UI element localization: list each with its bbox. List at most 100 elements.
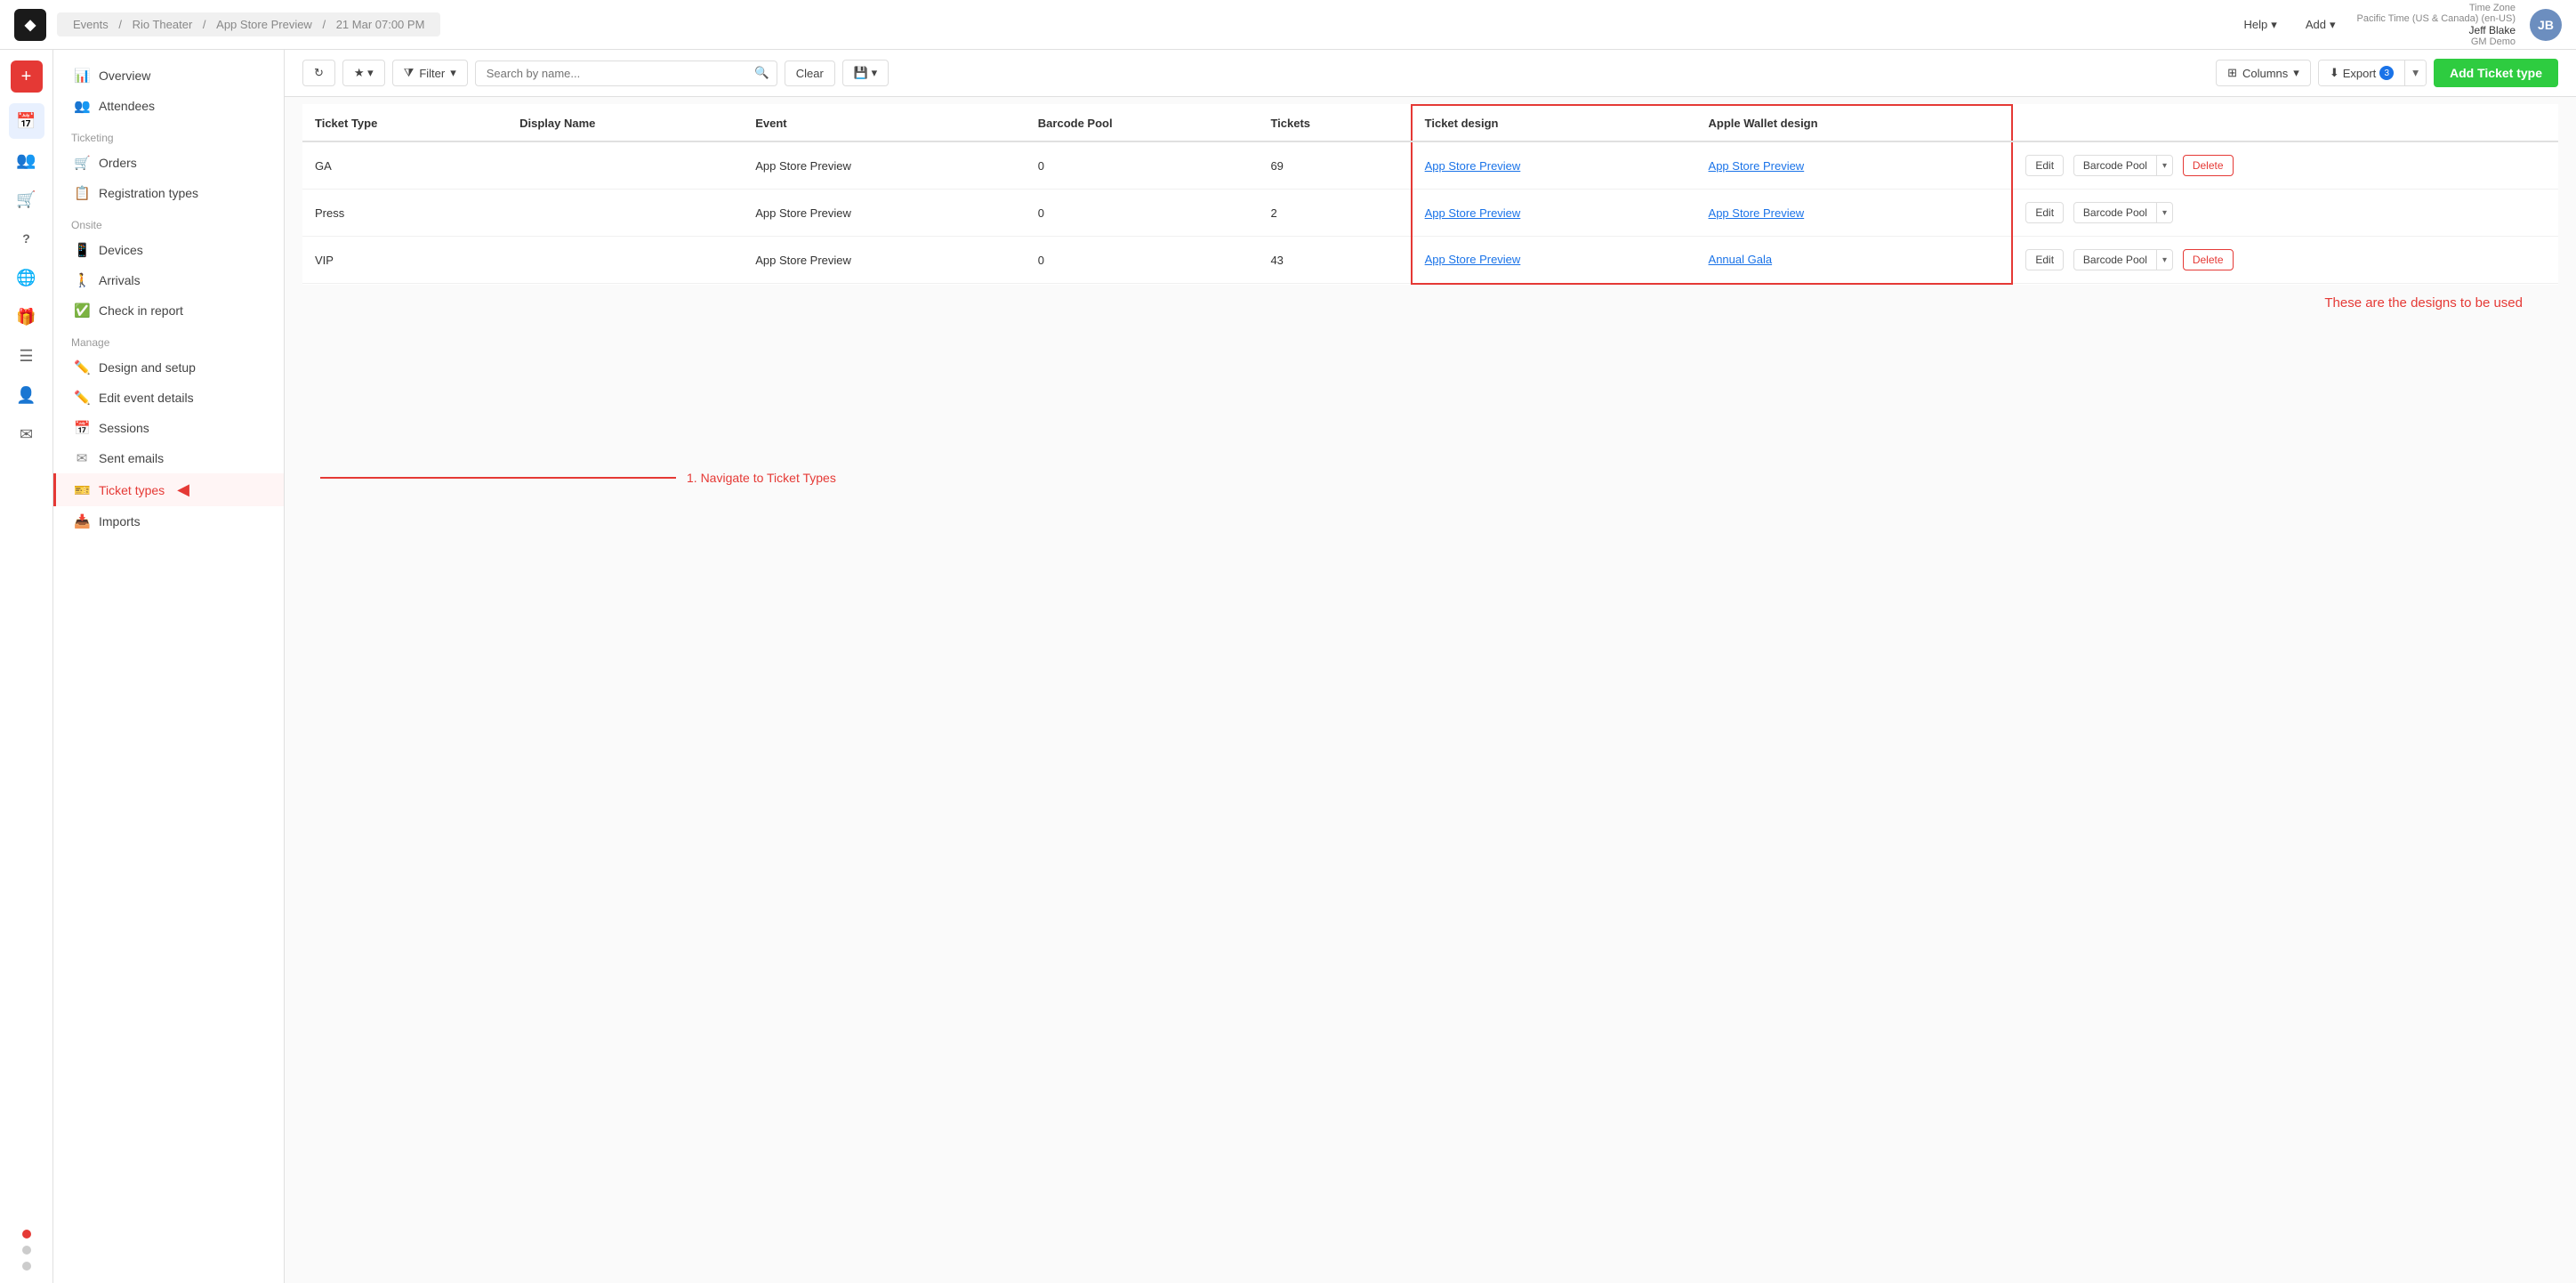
edit-button[interactable]: Edit (2025, 202, 2064, 223)
add-button[interactable]: Add ▾ (2298, 14, 2343, 36)
col-ticket-design: Ticket design (1412, 105, 1696, 141)
sidebar-icon-list[interactable]: ☰ (9, 338, 44, 374)
registration-icon: 📋 (74, 185, 90, 201)
edit-button[interactable]: Edit (2025, 155, 2064, 176)
export-button[interactable]: ⬇ Export 3 (2319, 61, 2405, 85)
col-ticket-type: Ticket Type (302, 105, 507, 141)
nav-item-check-in-report[interactable]: ✅ Check in report (53, 295, 284, 326)
delete-button[interactable]: Delete (2183, 155, 2234, 176)
table-row: VIP App Store Preview 0 43 App Store Pre… (302, 237, 2558, 284)
help-button[interactable]: Help ▾ (2237, 14, 2284, 36)
col-tickets: Tickets (1258, 105, 1411, 141)
breadcrumb-theater[interactable]: Rio Theater (133, 18, 193, 31)
columns-button[interactable]: ⊞ Columns ▾ (2216, 60, 2311, 86)
sidebar-icon-person[interactable]: 👤 (9, 377, 44, 413)
search-input[interactable] (483, 61, 754, 85)
apple-wallet-design-link[interactable]: Annual Gala (1709, 253, 1773, 266)
manage-section-title: Manage (53, 326, 284, 352)
cell-barcode-pool: 0 (1026, 237, 1259, 284)
barcode-pool-group: Barcode Pool ▾ (2073, 202, 2173, 223)
nav-item-attendees[interactable]: 👥 Attendees (53, 91, 284, 121)
export-dropdown-button[interactable]: ▾ (2405, 61, 2426, 85)
nav-label-design: Design and setup (99, 360, 196, 375)
sidebar-icon-people[interactable]: 👥 (9, 142, 44, 178)
nav-item-orders[interactable]: 🛒 Orders (53, 148, 284, 178)
refresh-button[interactable]: ↻ (302, 60, 335, 86)
search-box: 🔍 (475, 61, 777, 86)
app-body: + 📅 👥 🛒 ? 🌐 🎁 ☰ 👤 ✉ 📊 Overview 👥 Attende… (0, 50, 2576, 1283)
nav-label-sent-emails: Sent emails (99, 451, 164, 465)
barcode-pool-dropdown[interactable]: ▾ (2157, 157, 2172, 174)
apple-wallet-design-link[interactable]: App Store Preview (1709, 159, 1805, 173)
arrivals-icon: 🚶 (74, 272, 90, 288)
cell-event: App Store Preview (743, 190, 1026, 237)
nav-item-devices[interactable]: 📱 Devices (53, 235, 284, 265)
nav-label-edit-event: Edit event details (99, 391, 194, 405)
ticket-design-link[interactable]: App Store Preview (1425, 206, 1521, 220)
nav-item-sessions[interactable]: 📅 Sessions (53, 413, 284, 443)
ticket-types-table: Ticket Type Display Name Event Barcode P… (302, 104, 2558, 285)
barcode-pool-group: Barcode Pool ▾ (2073, 249, 2173, 270)
nav-item-sent-emails[interactable]: ✉ Sent emails (53, 443, 284, 473)
delete-button[interactable]: Delete (2183, 249, 2234, 270)
cell-ticket-type: Press (302, 190, 507, 237)
navigate-annotation-row: 1. Navigate to Ticket Types (302, 471, 2558, 485)
barcode-pool-dropdown[interactable]: ▾ (2157, 205, 2172, 222)
table-row: GA App Store Preview 0 69 App Store Prev… (302, 141, 2558, 190)
annotation-line (320, 477, 676, 479)
user-subtitle: GM Demo (2471, 36, 2516, 47)
star-button[interactable]: ★ ▾ (342, 60, 385, 86)
edit-button[interactable]: Edit (2025, 249, 2064, 270)
sidebar-icon-calendar[interactable]: 📅 (9, 103, 44, 139)
breadcrumb-events[interactable]: Events (73, 18, 109, 31)
nav-item-registration-types[interactable]: 📋 Registration types (53, 178, 284, 208)
nav-item-overview[interactable]: 📊 Overview (53, 61, 284, 91)
cell-tickets: 2 (1258, 190, 1411, 237)
export-group: ⬇ Export 3 ▾ (2318, 60, 2427, 86)
nav-item-imports[interactable]: 📥 Imports (53, 506, 284, 537)
cell-apple-wallet-design: App Store Preview (1696, 190, 2013, 237)
sidebar-icon-globe[interactable]: 🌐 (9, 260, 44, 295)
cell-display-name (507, 237, 743, 284)
barcode-pool-button[interactable]: Barcode Pool (2074, 250, 2157, 270)
clear-button[interactable]: Clear (785, 61, 835, 86)
cell-ticket-design: App Store Preview (1412, 237, 1696, 284)
search-icon-button[interactable]: 🔍 (754, 66, 769, 80)
nav-item-arrivals[interactable]: 🚶 Arrivals (53, 265, 284, 295)
checkin-icon: ✅ (74, 303, 90, 319)
cell-actions: Edit Barcode Pool ▾ Delete (2012, 237, 2558, 284)
nav-item-edit-event[interactable]: ✏️ Edit event details (53, 383, 284, 413)
filter-button[interactable]: ⧩ Filter ▾ (392, 60, 468, 86)
barcode-pool-group: Barcode Pool ▾ (2073, 155, 2173, 176)
sidebar-icon-gift[interactable]: 🎁 (9, 299, 44, 335)
sidebar-icon-email[interactable]: ✉ (9, 416, 44, 452)
attendees-icon: 👥 (74, 98, 90, 114)
cell-ticket-type: VIP (302, 237, 507, 284)
cell-ticket-design: App Store Preview (1412, 190, 1696, 237)
barcode-pool-dropdown[interactable]: ▾ (2157, 252, 2172, 269)
ticket-design-link[interactable]: App Store Preview (1425, 159, 1521, 173)
table-body: GA App Store Preview 0 69 App Store Prev… (302, 141, 2558, 284)
nav-label-devices: Devices (99, 243, 143, 257)
cell-apple-wallet-design: Annual Gala (1696, 237, 2013, 284)
apple-wallet-design-link[interactable]: App Store Preview (1709, 206, 1805, 220)
barcode-pool-button[interactable]: Barcode Pool (2074, 203, 2157, 222)
add-icon-button[interactable]: + (11, 61, 43, 93)
breadcrumb: Events / Rio Theater / App Store Preview… (57, 12, 440, 36)
breadcrumb-app-store[interactable]: App Store Preview (216, 18, 312, 31)
barcode-pool-button[interactable]: Barcode Pool (2074, 156, 2157, 175)
nav-label-checkin: Check in report (99, 303, 183, 318)
sidebar-icon-help[interactable]: ? (9, 221, 44, 256)
avatar[interactable]: JB (2530, 9, 2562, 41)
app-logo[interactable]: ◆ (14, 9, 46, 41)
nav-item-design-setup[interactable]: ✏️ Design and setup (53, 352, 284, 383)
user-name: Jeff Blake (2469, 24, 2516, 36)
add-ticket-type-button[interactable]: Add Ticket type (2434, 59, 2558, 87)
save-view-button[interactable]: 💾 ▾ (842, 60, 889, 86)
timezone-label: Time Zone (2469, 3, 2516, 13)
cell-ticket-design: App Store Preview (1412, 141, 1696, 190)
ticket-design-link[interactable]: App Store Preview (1425, 253, 1521, 266)
nav-item-ticket-types[interactable]: 🎫 Ticket types ◀ (53, 473, 284, 506)
sidebar-icon-cart[interactable]: 🛒 (9, 182, 44, 217)
cell-actions: Edit Barcode Pool ▾ Delete (2012, 141, 2558, 190)
